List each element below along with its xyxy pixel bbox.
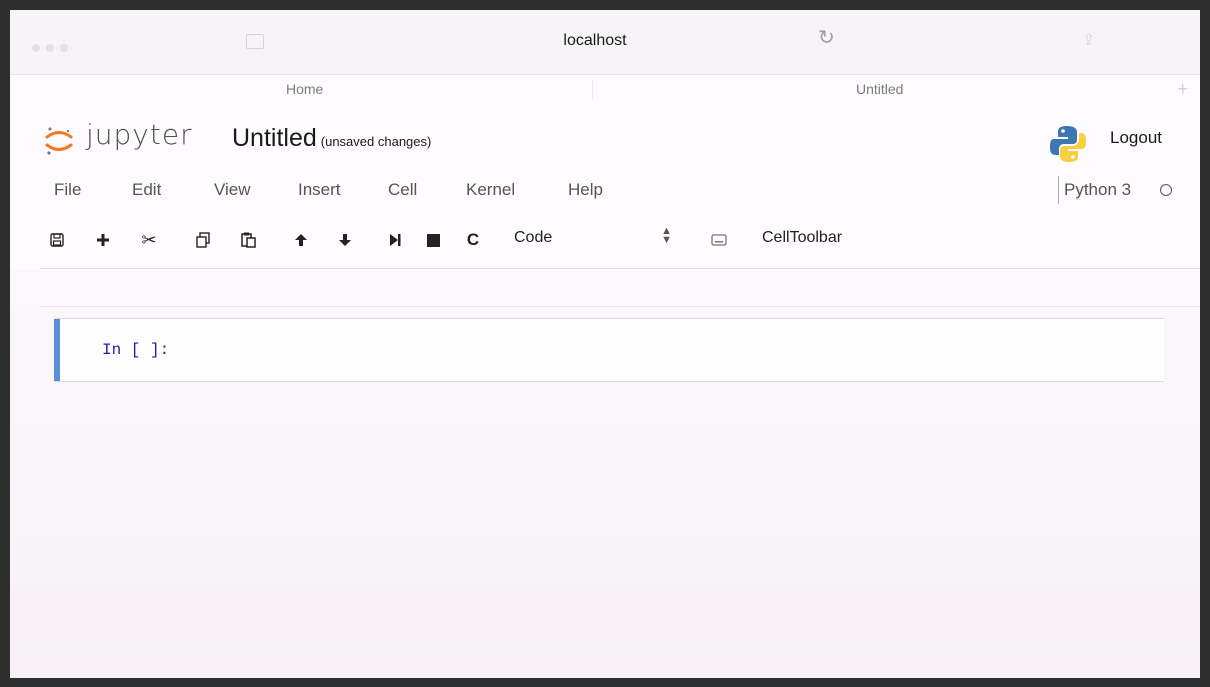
arrow-down-icon (339, 234, 351, 246)
select-arrows-icon: ▲ ▼ (661, 225, 672, 246)
address-bar[interactable]: localhost (10, 32, 1190, 50)
command-palette-button[interactable] (706, 228, 732, 252)
code-cell[interactable]: In [ ]: (54, 318, 1164, 382)
run-icon (390, 234, 401, 246)
menu-help[interactable]: Help (568, 180, 603, 200)
insert-cell-button[interactable] (90, 228, 116, 252)
cell-type-select[interactable]: Code ▲ ▼ (510, 225, 672, 251)
kernel-divider (1058, 176, 1059, 204)
cell-type-value: Code (514, 229, 553, 246)
move-down-button[interactable] (332, 228, 358, 252)
run-button[interactable] (382, 228, 408, 252)
jupyter-logo-text[interactable]: jupyter (86, 118, 193, 151)
keyboard-icon (711, 234, 727, 246)
input-prompt: In [ ]: (102, 341, 170, 359)
kernel-name[interactable]: Python 3 (1064, 180, 1131, 200)
restart-button[interactable]: C (460, 228, 486, 252)
cut-icon: ✂ (141, 229, 157, 250)
cut-button[interactable]: ✂ (136, 228, 162, 252)
menu-insert[interactable]: Insert (298, 180, 341, 200)
cell-selection-bar (54, 319, 60, 381)
tab-divider (592, 79, 593, 99)
paste-icon (241, 232, 256, 248)
python-logo-icon (1046, 122, 1090, 171)
tab-home[interactable]: Home (286, 81, 323, 97)
notebook-top-divider (40, 306, 1200, 307)
menu-bar: File Edit View Insert Cell Kernel Help (10, 178, 1200, 214)
menu-edit[interactable]: Edit (132, 180, 161, 200)
save-icon (50, 233, 64, 247)
browser-titlebar: localhost ↻ ⇪ (10, 10, 1200, 74)
browser-window: localhost ↻ ⇪ Home Untitled + jupyter Un… (10, 10, 1200, 678)
celltoolbar-label[interactable]: CellToolbar (762, 229, 842, 247)
plus-icon (97, 234, 109, 246)
save-status: (unsaved changes) (320, 134, 432, 149)
paste-button[interactable] (236, 228, 262, 252)
restart-icon: C (466, 230, 480, 249)
move-up-button[interactable] (288, 228, 314, 252)
copy-icon (196, 232, 210, 248)
menu-kernel[interactable]: Kernel (466, 180, 515, 200)
logout-button[interactable]: Logout (1110, 128, 1162, 148)
notebook-name[interactable]: Untitled (232, 124, 317, 152)
arrow-up-icon (295, 234, 307, 246)
copy-button[interactable] (190, 228, 216, 252)
menu-cell[interactable]: Cell (388, 180, 417, 200)
share-icon[interactable]: ⇪ (1082, 30, 1095, 50)
notebook-title[interactable]: Untitled (unsaved changes) (232, 124, 431, 153)
save-button[interactable] (44, 228, 70, 252)
tab-untitled[interactable]: Untitled (856, 81, 903, 97)
interrupt-button[interactable] (420, 228, 446, 252)
menu-view[interactable]: View (214, 180, 251, 200)
new-tab-button[interactable]: + (1177, 79, 1188, 100)
menu-file[interactable]: File (54, 180, 81, 200)
kernel-status-icon (1160, 184, 1172, 196)
toolbar-divider (40, 268, 1200, 269)
reload-icon[interactable]: ↻ (818, 27, 840, 49)
stop-icon (426, 233, 440, 247)
jupyter-logo-icon[interactable] (44, 126, 74, 161)
tab-bar: Home Untitled + (10, 74, 1200, 103)
